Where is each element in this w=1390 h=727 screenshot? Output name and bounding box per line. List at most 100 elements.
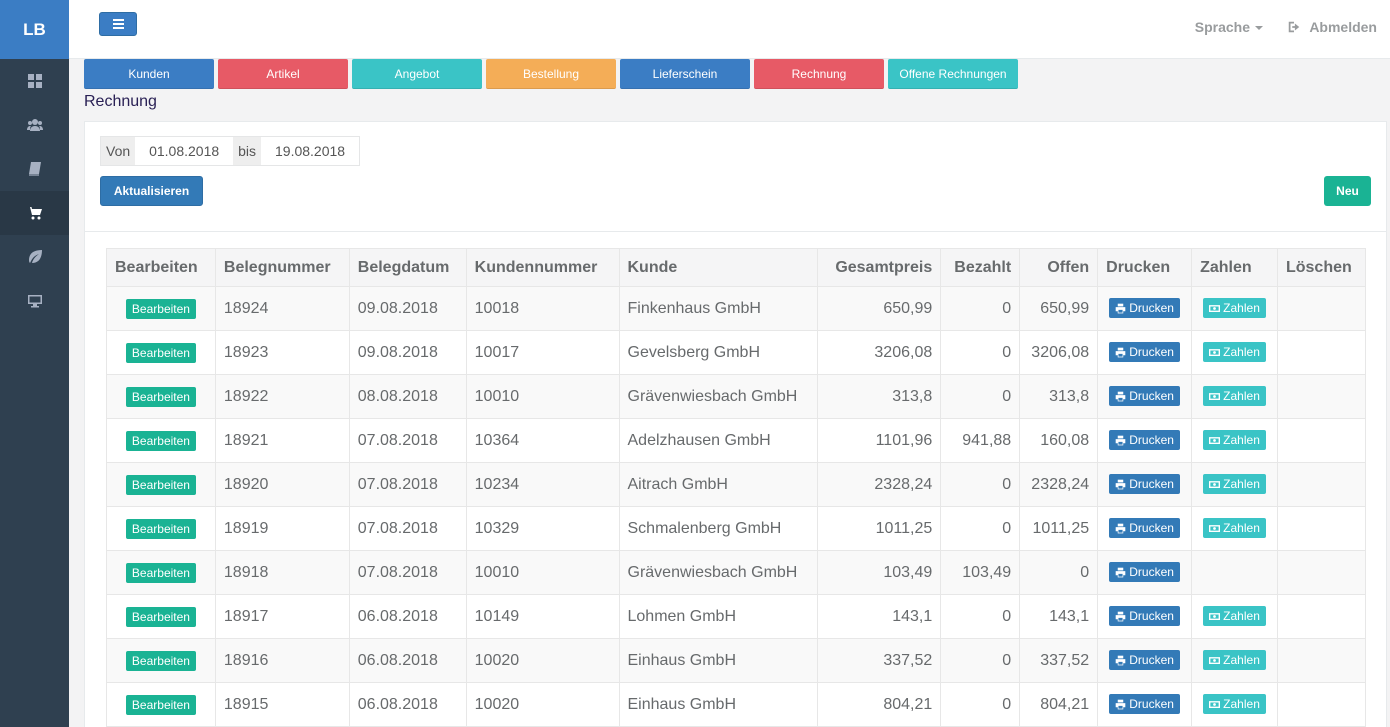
logout-link[interactable]: Abmelden: [1287, 19, 1377, 35]
column-header[interactable]: Belegdatum: [348, 248, 467, 287]
menu-toggle-button[interactable]: [99, 12, 137, 36]
edit-button[interactable]: Bearbeiten: [125, 606, 196, 627]
delete-cell: [1276, 682, 1367, 727]
pay-cell: Zahlen: [1191, 682, 1278, 727]
edit-button[interactable]: Bearbeiten: [125, 298, 196, 319]
belegnummer-cell: 18917: [214, 594, 350, 639]
caret-down-icon: [1255, 26, 1263, 31]
offen-cell: 313,8: [1019, 374, 1099, 419]
column-header[interactable]: Bearbeiten: [106, 248, 216, 287]
pay-button[interactable]: Zahlen: [1203, 430, 1266, 451]
update-button[interactable]: Aktualisieren: [100, 176, 203, 206]
edit-button[interactable]: Bearbeiten: [125, 518, 196, 539]
pay-button[interactable]: Zahlen: [1203, 694, 1266, 715]
kunde-cell: Lohmen GmbH: [618, 594, 819, 639]
print-icon: [1115, 391, 1126, 402]
column-header[interactable]: Belegnummer: [214, 248, 350, 287]
pay-cell: [1191, 550, 1278, 595]
column-header[interactable]: Kundennummer: [465, 248, 620, 287]
print-icon: [1115, 303, 1126, 314]
kundennummer-cell: 10234: [465, 462, 620, 507]
edit-button[interactable]: Bearbeiten: [125, 650, 196, 671]
print-button[interactable]: Drucken: [1109, 518, 1180, 539]
brand-logo[interactable]: LB: [0, 0, 69, 59]
pay-button[interactable]: Zahlen: [1203, 298, 1266, 319]
module-button-kunden[interactable]: Kunden: [84, 59, 214, 89]
sidebar-item-users[interactable]: [0, 103, 69, 147]
new-button[interactable]: Neu: [1324, 176, 1371, 206]
print-icon: [1115, 611, 1126, 622]
pay-label: Zahlen: [1223, 389, 1260, 404]
print-button[interactable]: Drucken: [1109, 650, 1180, 671]
users-icon: [26, 119, 43, 131]
print-button[interactable]: Drucken: [1109, 386, 1180, 407]
column-header[interactable]: Kunde: [618, 248, 819, 287]
edit-button[interactable]: Bearbeiten: [125, 694, 196, 715]
print-button[interactable]: Drucken: [1109, 342, 1180, 363]
pay-label: Zahlen: [1223, 521, 1260, 536]
print-button[interactable]: Drucken: [1109, 606, 1180, 627]
belegdatum-cell: 06.08.2018: [348, 638, 467, 683]
pay-button[interactable]: Zahlen: [1203, 386, 1266, 407]
bezahlt-cell: 0: [940, 330, 1021, 375]
book-icon: [28, 162, 41, 176]
language-dropdown[interactable]: Sprache: [1195, 19, 1263, 35]
gesamtpreis-cell: 1101,96: [817, 418, 942, 463]
edit-button[interactable]: Bearbeiten: [125, 562, 196, 583]
kundennummer-cell: 10364: [465, 418, 620, 463]
sidebar-item-monitor[interactable]: [0, 279, 69, 323]
column-header[interactable]: Zahlen: [1191, 248, 1278, 287]
table-row: Bearbeiten 18918 07.08.2018 10010 Grävenwies…: [106, 550, 1367, 595]
kundennummer-cell: 10020: [465, 638, 620, 683]
belegdatum-cell: 06.08.2018: [348, 682, 467, 727]
gesamtpreis-cell: 650,99: [817, 286, 942, 331]
print-button[interactable]: Drucken: [1109, 562, 1180, 583]
column-header[interactable]: Offen: [1019, 248, 1099, 287]
bezahlt-cell: 0: [940, 286, 1021, 331]
module-button-lieferschein[interactable]: Lieferschein: [620, 59, 750, 89]
edit-button[interactable]: Bearbeiten: [125, 474, 196, 495]
print-button[interactable]: Drucken: [1109, 694, 1180, 715]
from-date-input[interactable]: 01.08.2018: [135, 137, 234, 165]
module-button-angebot[interactable]: Angebot: [352, 59, 482, 89]
edit-button[interactable]: Bearbeiten: [125, 342, 196, 363]
print-cell: Drucken: [1097, 330, 1193, 375]
sidebar-item-leaf[interactable]: [0, 235, 69, 279]
module-button-offene-rechnungen[interactable]: Offene Rechnungen: [888, 59, 1018, 89]
pay-button[interactable]: Zahlen: [1203, 342, 1266, 363]
sidebar-item-dashboard[interactable]: [0, 59, 69, 103]
edit-cell: Bearbeiten: [106, 594, 216, 639]
print-button[interactable]: Drucken: [1109, 430, 1180, 451]
module-button-rechnung[interactable]: Rechnung: [754, 59, 884, 89]
offen-cell: 650,99: [1019, 286, 1099, 331]
kunde-cell: Grävenwiesbach GmbH: [618, 550, 819, 595]
to-date-input[interactable]: 19.08.2018: [261, 137, 360, 165]
money-icon: [1209, 304, 1221, 312]
pay-label: Zahlen: [1223, 697, 1260, 712]
column-header[interactable]: Bezahlt: [940, 248, 1021, 287]
module-button-artikel[interactable]: Artikel: [218, 59, 348, 89]
delete-cell: [1276, 638, 1367, 683]
gesamtpreis-cell: 3206,08: [817, 330, 942, 375]
edit-button[interactable]: Bearbeiten: [125, 386, 196, 407]
pay-button[interactable]: Zahlen: [1203, 474, 1266, 495]
offen-cell: 804,21: [1019, 682, 1099, 727]
kunde-cell: Grävenwiesbach GmbH: [618, 374, 819, 419]
belegdatum-cell: 07.08.2018: [348, 506, 467, 551]
belegnummer-cell: 18919: [214, 506, 350, 551]
print-button[interactable]: Drucken: [1109, 298, 1180, 319]
gesamtpreis-cell: 313,8: [817, 374, 942, 419]
print-button[interactable]: Drucken: [1109, 474, 1180, 495]
pay-button[interactable]: Zahlen: [1203, 606, 1266, 627]
module-button-bestellung[interactable]: Bestellung: [486, 59, 616, 89]
kunde-cell: Aitrach GmbH: [618, 462, 819, 507]
sidebar-item-cart[interactable]: [0, 191, 69, 235]
column-header[interactable]: Löschen: [1276, 248, 1367, 287]
pay-button[interactable]: Zahlen: [1203, 518, 1266, 539]
sidebar-item-book[interactable]: [0, 147, 69, 191]
column-header[interactable]: Gesamtpreis: [817, 248, 942, 287]
column-header[interactable]: Drucken: [1097, 248, 1193, 287]
edit-button[interactable]: Bearbeiten: [125, 430, 196, 451]
kunde-cell: Adelzhausen GmbH: [618, 418, 819, 463]
pay-button[interactable]: Zahlen: [1203, 650, 1266, 671]
